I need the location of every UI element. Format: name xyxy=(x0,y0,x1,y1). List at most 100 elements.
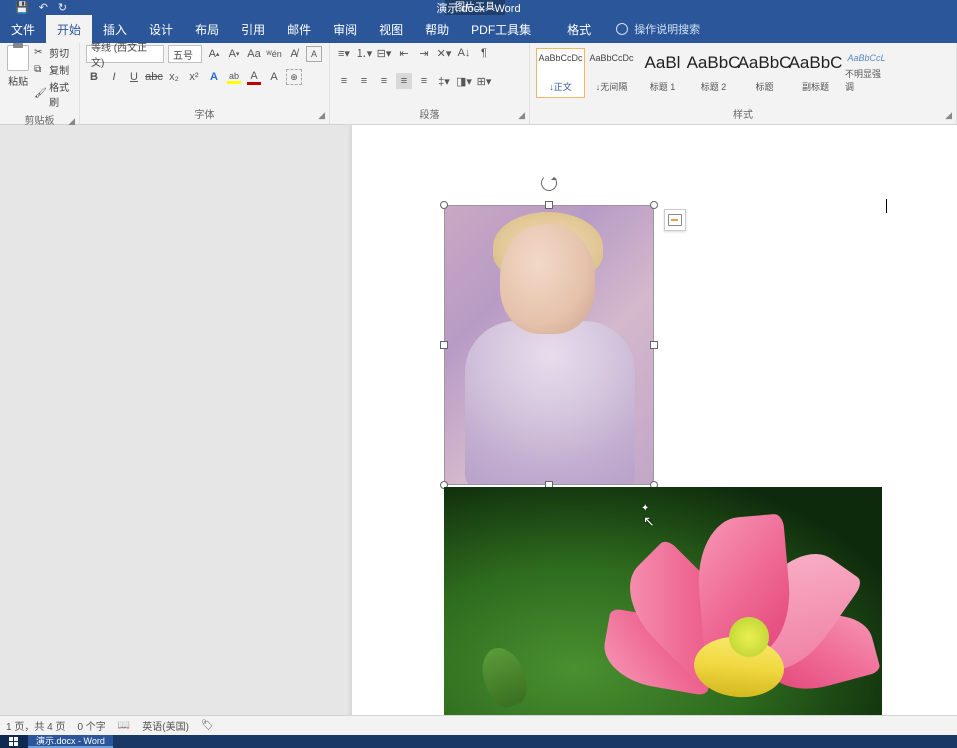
lightbulb-icon xyxy=(616,23,628,35)
strikethrough-button[interactable]: abc xyxy=(146,69,162,85)
char-border-button[interactable]: ⊕ xyxy=(286,69,302,85)
justify-button[interactable]: ≡ xyxy=(396,73,412,89)
tab-references[interactable]: 引用 xyxy=(230,15,276,43)
tab-review[interactable]: 审阅 xyxy=(322,15,368,43)
decrease-indent-button[interactable]: ⇤ xyxy=(396,45,412,61)
style-item[interactable]: AaBbCcL不明显强调 xyxy=(842,48,891,98)
align-left-button[interactable]: ≡ xyxy=(336,73,352,89)
resize-handle-tl[interactable] xyxy=(440,201,448,209)
title-bar: 💾 ↶ ↻ 图片工具 演示.docx - Word xyxy=(0,0,957,15)
resize-handle-l[interactable] xyxy=(440,341,448,349)
spellcheck-icon[interactable]: 📖 xyxy=(118,720,130,731)
superscript-button[interactable]: x² xyxy=(186,69,202,85)
align-right-button[interactable]: ≡ xyxy=(376,73,392,89)
change-case-button[interactable]: Aa xyxy=(246,46,262,62)
taskbar-app-word[interactable]: 演示.docx - Word xyxy=(28,735,113,748)
lotus-picture[interactable] xyxy=(444,487,882,715)
tab-layout[interactable]: 布局 xyxy=(184,15,230,43)
align-center-button[interactable]: ≡ xyxy=(356,73,372,89)
status-word-count[interactable]: 0 个字 xyxy=(77,718,105,733)
clear-formatting-button[interactable]: A̸ xyxy=(286,46,302,62)
resize-handle-t[interactable] xyxy=(545,201,553,209)
dialog-launcher-icon[interactable]: ◢ xyxy=(945,110,952,121)
italic-button[interactable]: I xyxy=(106,69,122,85)
style-item[interactable]: AaBbC标题 xyxy=(740,48,789,98)
status-language[interactable]: 英语(美国) xyxy=(142,718,189,733)
status-page[interactable]: 1 页，共 4 页 xyxy=(6,718,65,733)
paste-button[interactable]: 粘贴 xyxy=(6,45,30,88)
enclose-char-button[interactable]: A xyxy=(306,46,322,62)
tab-help[interactable]: 帮助 xyxy=(414,15,460,43)
resize-handle-r[interactable] xyxy=(650,341,658,349)
rotate-handle-icon[interactable] xyxy=(541,175,557,191)
underline-button[interactable]: U xyxy=(126,69,142,85)
tab-view[interactable]: 视图 xyxy=(368,15,414,43)
save-icon[interactable]: 💾 xyxy=(15,1,29,14)
format-painter-button[interactable]: 🖌格式刷 xyxy=(34,79,73,109)
paragraph-group-label: 段落◢ xyxy=(336,103,523,124)
tab-format[interactable]: 格式 xyxy=(556,15,602,43)
dialog-launcher-icon[interactable]: ◢ xyxy=(318,110,325,121)
scissors-icon: ✂ xyxy=(34,47,46,59)
style-name: 标题 xyxy=(755,80,773,93)
shrink-font-button[interactable]: A▾ xyxy=(226,46,242,62)
brush-icon: 🖌 xyxy=(34,88,46,100)
dialog-launcher-icon[interactable]: ◢ xyxy=(518,110,525,121)
resize-handle-tr[interactable] xyxy=(650,201,658,209)
subscript-button[interactable]: x₂ xyxy=(166,69,182,85)
style-item[interactable]: AaBbC副标题 xyxy=(791,48,840,98)
borders-button[interactable]: ⊞▾ xyxy=(476,73,492,89)
document-area[interactable]: ↖ xyxy=(0,125,957,715)
styles-gallery[interactable]: AaBbCcDc ↓正文 AaBbCcDc↓无间隔AaBl标题 1AaBbC标题 2… xyxy=(536,45,891,101)
style-name: ↓无间隔 xyxy=(596,80,628,93)
format-painter-label: 格式刷 xyxy=(49,79,73,109)
shading-button[interactable]: ◨▾ xyxy=(456,73,472,89)
show-marks-button[interactable]: ¶ xyxy=(476,45,492,61)
style-item[interactable]: AaBbCcDc↓无间隔 xyxy=(587,48,636,98)
style-item[interactable]: AaBbC标题 2 xyxy=(689,48,738,98)
increase-indent-button[interactable]: ⇥ xyxy=(416,45,432,61)
quick-access-toolbar: 💾 ↶ ↻ xyxy=(0,1,67,14)
char-shading-button[interactable]: A xyxy=(266,69,282,85)
style-item[interactable]: AaBbCcDc ↓正文 xyxy=(536,48,585,98)
phonetic-guide-button[interactable]: ᵂén xyxy=(266,46,282,62)
style-preview: AaBbCcL xyxy=(847,53,885,63)
bullets-button[interactable]: ≡▾ xyxy=(336,45,352,61)
page[interactable]: ↖ xyxy=(352,125,957,715)
undo-icon[interactable]: ↶ xyxy=(39,1,48,14)
group-paragraph: ≡▾ ⒈▾ ⊟▾ ⇤ ⇥ ✕▾ A↓ ¶ ≡ ≡ ≡ ≡ ≡ ‡▾ ◨▾ ⊞▾ … xyxy=(330,43,530,124)
font-size-combo[interactable]: 五号 xyxy=(168,45,202,63)
portrait-image[interactable] xyxy=(444,205,654,485)
layout-options-button[interactable] xyxy=(664,209,686,231)
tab-pdf-tools[interactable]: PDF工具集 xyxy=(460,15,542,43)
style-preview: AaBbCcDc xyxy=(539,53,583,63)
sort-button[interactable]: A↓ xyxy=(456,45,472,61)
lotus-flower xyxy=(624,507,864,715)
multilevel-list-button[interactable]: ⊟▾ xyxy=(376,45,392,61)
start-button[interactable] xyxy=(0,735,28,748)
redo-icon[interactable]: ↻ xyxy=(58,1,67,14)
font-color-button[interactable]: A xyxy=(246,69,262,85)
asian-layout-button[interactable]: ✕▾ xyxy=(436,45,452,61)
distributed-button[interactable]: ≡ xyxy=(416,73,432,89)
font-name-combo[interactable]: 等线 (西文正文) xyxy=(86,45,164,63)
track-changes-icon[interactable]: 🏷 xyxy=(201,720,214,731)
text-effects-button[interactable]: A xyxy=(206,69,222,85)
grow-font-button[interactable]: A▴ xyxy=(206,46,222,62)
copy-button[interactable]: ⧉复制 xyxy=(34,62,73,77)
cut-button[interactable]: ✂剪切 xyxy=(34,45,73,60)
styles-group-label: 样式◢ xyxy=(536,103,950,124)
line-spacing-button[interactable]: ‡▾ xyxy=(436,73,452,89)
bold-button[interactable]: B xyxy=(86,69,102,85)
style-name: ↓正文 xyxy=(549,80,572,93)
status-bar: 1 页，共 4 页 0 个字 📖 英语(美国) 🏷 xyxy=(0,715,957,735)
font-group-label: 字体◢ xyxy=(86,103,323,124)
style-item[interactable]: AaBl标题 1 xyxy=(638,48,687,98)
tab-mailings[interactable]: 邮件 xyxy=(276,15,322,43)
tell-me-search[interactable]: 操作说明搜索 xyxy=(602,15,700,43)
numbering-button[interactable]: ⒈▾ xyxy=(356,45,372,61)
selected-picture-portrait[interactable] xyxy=(444,205,654,485)
tab-home[interactable]: 开始 xyxy=(46,15,92,43)
tab-file[interactable]: 文件 xyxy=(0,15,46,43)
highlight-color-button[interactable]: ab xyxy=(226,69,242,85)
